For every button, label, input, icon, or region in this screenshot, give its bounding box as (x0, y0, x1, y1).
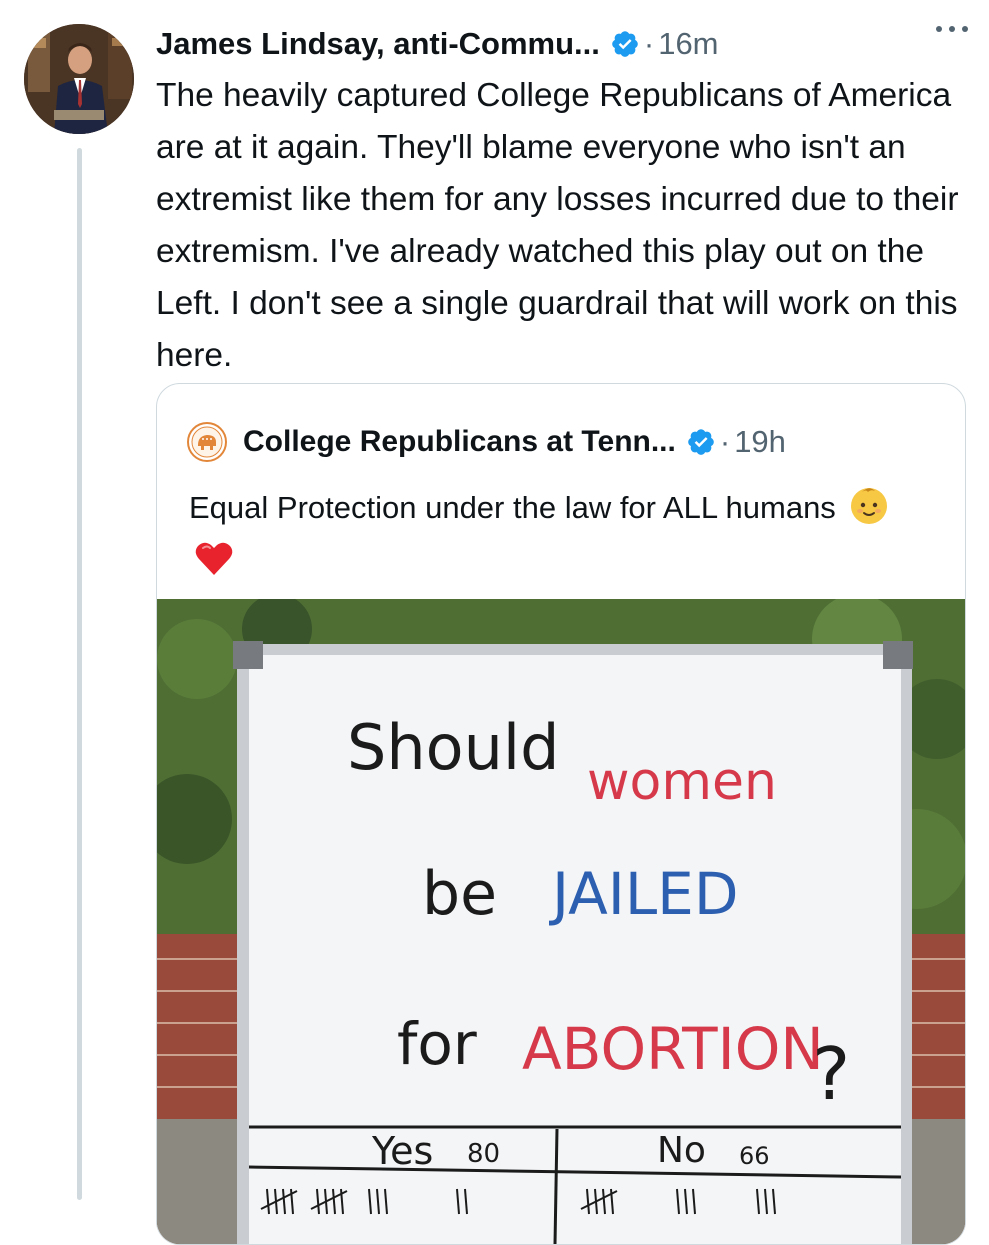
quoted-tweet-card[interactable]: College Republicans at Tenn... · 19h Equ… (156, 383, 966, 1245)
board-word-be: be (422, 859, 497, 929)
board-yes-count: 80 (467, 1139, 500, 1169)
author-avatar[interactable] (24, 24, 134, 134)
tweet-separator: · (643, 26, 655, 61)
board-word-abortion: ABORTION (522, 1015, 824, 1083)
tweet-body: The heavily captured College Republicans… (156, 77, 959, 374)
author-name[interactable]: James Lindsay, anti-Commu... (156, 26, 600, 62)
quoted-tweet-separator: · (719, 424, 731, 459)
baby-emoji-icon (848, 484, 890, 538)
board-no-count: 66 (739, 1142, 770, 1170)
college-republicans-logo-icon[interactable] (187, 422, 227, 462)
quoted-tweet-time[interactable]: 19h (734, 424, 786, 460)
tweet-time[interactable]: 16m (658, 26, 718, 62)
tweet-header: James Lindsay, anti-Commu... · 16m (156, 22, 719, 66)
red-heart-emoji-icon (193, 538, 235, 592)
thread-connector-line (77, 148, 82, 1200)
board-yes-label: Yes (371, 1129, 433, 1173)
quoted-tweet-body: Equal Protection under the law for ALL h… (189, 484, 909, 592)
board-word-for: for (397, 1010, 477, 1078)
board-word-question: ? (812, 1032, 850, 1116)
author-photo (24, 24, 134, 134)
quoted-author-name[interactable]: College Republicans at Tenn... (243, 425, 676, 459)
board-word-women: women (587, 752, 777, 812)
board-word-should: Should (347, 711, 559, 784)
quoted-tweet-header: College Republicans at Tenn... · 19h (187, 422, 786, 462)
verified-badge-icon (610, 29, 640, 59)
whiteboard-photo: Should women be JAILED for ABORTION ? Ye… (157, 599, 965, 1244)
board-no-label: No (657, 1130, 706, 1171)
quoted-tweet-photo[interactable]: Should women be JAILED for ABORTION ? Ye… (157, 599, 965, 1244)
board-word-jailed: JAILED (549, 860, 739, 928)
quoted-verified-badge-icon (686, 427, 716, 457)
more-options-icon[interactable] (935, 10, 969, 40)
quoted-tweet-text: Equal Protection under the law for ALL h… (189, 490, 836, 525)
